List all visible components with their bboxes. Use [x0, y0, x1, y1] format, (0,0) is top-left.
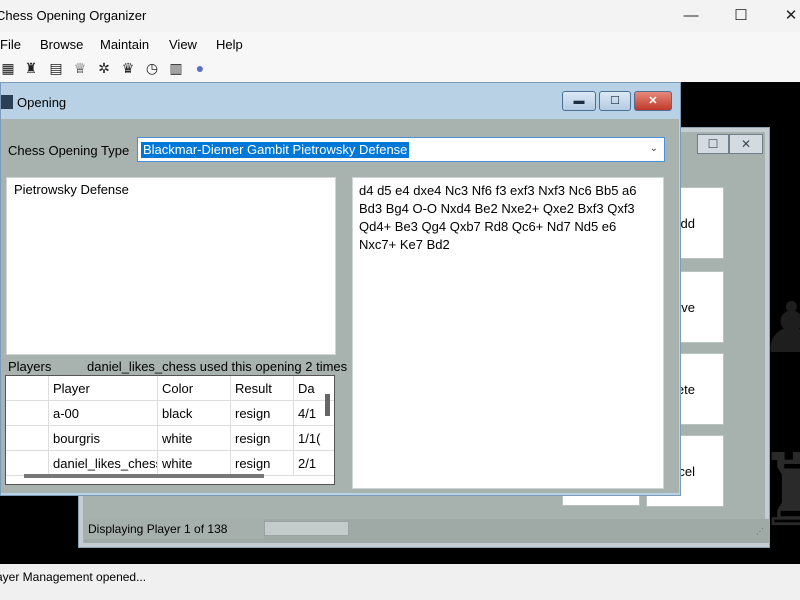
- grid-header-player[interactable]: Player: [49, 376, 158, 401]
- grid-header-row: Player Color Result Da: [6, 376, 334, 401]
- players-grid[interactable]: Player Color Result Da a-00 black resign…: [5, 375, 335, 485]
- rook-icon[interactable]: ♜: [23, 60, 39, 76]
- player-cell[interactable]: daniel_likes_chess: [49, 451, 158, 476]
- opening-window-title: Opening: [17, 95, 67, 110]
- menu-browse[interactable]: Browse: [40, 37, 83, 52]
- menu-maintain[interactable]: Maintain: [100, 37, 149, 52]
- close-button[interactable]: ✕: [768, 0, 800, 32]
- color-cell[interactable]: white: [158, 426, 231, 451]
- chessboard-icon[interactable]: ▦: [0, 60, 16, 76]
- maximize-button[interactable]: ☐: [718, 0, 764, 32]
- table-row[interactable]: a-00 black resign 4/1: [6, 401, 334, 426]
- result-cell[interactable]: resign: [231, 401, 294, 426]
- table-row[interactable]: daniel_likes_chess white resign 2/1: [6, 451, 334, 476]
- clock-icon[interactable]: ◷: [144, 60, 160, 76]
- players-label: Players: [8, 359, 52, 374]
- chevron-down-icon[interactable]: ⌄: [650, 143, 658, 154]
- status-text: ayer Management opened...: [0, 570, 147, 584]
- row-header-cell[interactable]: [6, 426, 49, 451]
- globe-icon[interactable]: ●: [192, 60, 208, 76]
- grid-header-result[interactable]: Result: [231, 376, 294, 401]
- player-cell[interactable]: bourgris: [49, 426, 158, 451]
- opening-window: Opening ▬ ☐ ✕ Chess Opening Type Blackma…: [0, 82, 681, 496]
- date-cell[interactable]: 1/1(: [294, 426, 334, 451]
- opening-window-body: Chess Opening Type Blackmar-Diemer Gambi…: [1, 119, 679, 493]
- notation-icon[interactable]: ▤: [48, 60, 64, 76]
- player-window-restore-button[interactable]: ☐: [697, 134, 729, 154]
- database-icon[interactable]: ▥: [168, 60, 184, 76]
- grid-header-color[interactable]: Color: [158, 376, 231, 401]
- vertical-scrollbar-thumb[interactable]: [325, 394, 330, 416]
- color-cell[interactable]: black: [158, 401, 231, 426]
- player-count-status: Displaying Player 1 of 138: [84, 519, 264, 539]
- result-cell[interactable]: resign: [231, 426, 294, 451]
- menu-file[interactable]: File: [0, 37, 21, 52]
- toolbar: ▦ ♜ ▤ ♕ ✲ ♛ ◷ ▥ ●: [0, 56, 800, 82]
- trophy-icon[interactable]: ♕: [72, 60, 88, 76]
- menu-bar: File Browse Maintain View Help: [0, 32, 800, 56]
- opening-description-text: Pietrowsky Defense: [14, 182, 129, 197]
- bug-icon[interactable]: ✲: [96, 60, 112, 76]
- app-title: Chess Opening Organizer: [0, 8, 147, 23]
- menu-view[interactable]: View: [169, 37, 197, 52]
- player-cell[interactable]: a-00: [49, 401, 158, 426]
- main-status-bar: ayer Management opened...: [0, 564, 800, 600]
- color-cell[interactable]: white: [158, 451, 231, 476]
- opening-close-button[interactable]: ✕: [634, 91, 672, 111]
- opening-moves-box[interactable]: d4 d5 e4 dxe4 Nc3 Nf6 f3 exf3 Nxf3 Nc6 B…: [352, 177, 664, 489]
- player-window-status-bar: Displaying Player 1 of 138 ⋰: [84, 519, 770, 543]
- row-header-cell[interactable]: [6, 451, 49, 476]
- window-icon: [1, 95, 13, 109]
- opening-description-box[interactable]: Pietrowsky Defense: [6, 177, 336, 355]
- grid-header-cell: [6, 376, 49, 401]
- opening-moves-text: d4 d5 e4 dxe4 Nc3 Nf6 f3 exf3 Nxf3 Nc6 B…: [359, 183, 637, 252]
- result-cell[interactable]: resign: [231, 451, 294, 476]
- main-title-bar: Chess Opening Organizer — ☐ ✕: [0, 0, 800, 32]
- horizontal-scrollbar-thumb[interactable]: [24, 474, 264, 478]
- opening-restore-button[interactable]: ☐: [599, 91, 631, 111]
- player-window-close-button[interactable]: ✕: [729, 134, 763, 154]
- row-header-cell[interactable]: [6, 401, 49, 426]
- opening-type-combobox[interactable]: Blackmar-Diemer Gambit Pietrowsky Defens…: [137, 137, 665, 162]
- opening-minimize-button[interactable]: ▬: [562, 91, 596, 111]
- status-progress-bar: [264, 521, 349, 536]
- minimize-button[interactable]: —: [668, 0, 714, 32]
- resize-grip-icon[interactable]: ⋰: [756, 527, 764, 536]
- opening-type-value: Blackmar-Diemer Gambit Pietrowsky Defens…: [141, 142, 410, 158]
- queen-icon[interactable]: ♛: [120, 60, 136, 76]
- menu-help[interactable]: Help: [216, 37, 243, 52]
- opening-type-label: Chess Opening Type: [8, 143, 130, 158]
- date-cell[interactable]: 2/1: [294, 451, 334, 476]
- table-row[interactable]: bourgris white resign 1/1(: [6, 426, 334, 451]
- usage-count-text: daniel_likes_chess used this opening 2 t…: [87, 359, 348, 374]
